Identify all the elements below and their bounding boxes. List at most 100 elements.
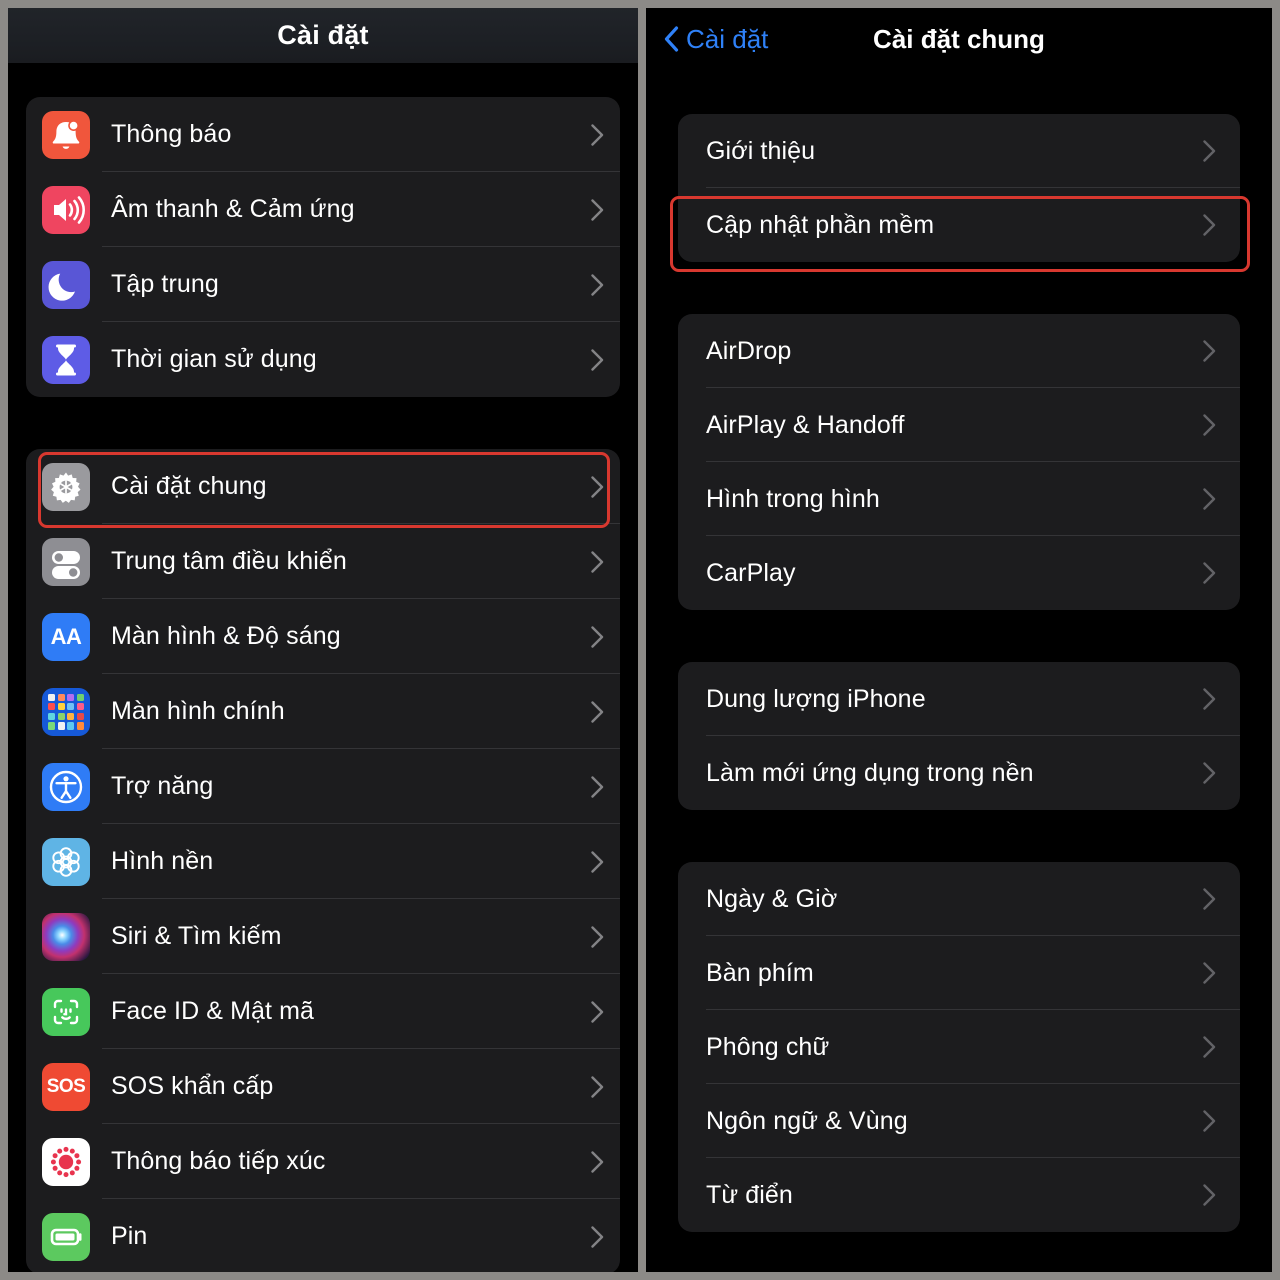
page-title: Cài đặt bbox=[277, 20, 369, 50]
list-item-label: Pin bbox=[111, 1222, 148, 1250]
chevron-right-icon bbox=[1203, 214, 1216, 236]
chevron-right-icon bbox=[591, 700, 604, 723]
bell-icon bbox=[42, 110, 90, 159]
chevron-right-icon bbox=[1203, 140, 1216, 162]
chevron-right-icon bbox=[1203, 888, 1216, 910]
list-item[interactable]: Bàn phím bbox=[678, 936, 1240, 1010]
list-item[interactable]: CarPlay bbox=[678, 536, 1240, 610]
list-item[interactable]: AA Màn hình & Độ sáng bbox=[26, 599, 620, 674]
chevron-right-icon bbox=[591, 348, 604, 371]
general-settings-panel: Cài đặt Cài đặt chung Giới thiệu Cập nhậ… bbox=[646, 8, 1272, 1272]
list-item-label: Hình trong hình bbox=[706, 484, 880, 513]
list-item[interactable]: Dung lượng iPhone bbox=[678, 662, 1240, 736]
list-item-label: Face ID & Mật mã bbox=[111, 997, 315, 1025]
list-item-label: Phông chữ bbox=[706, 1032, 830, 1061]
chevron-right-icon bbox=[591, 850, 604, 873]
list-item-label: Giới thiệu bbox=[706, 136, 816, 165]
list-item-label: Thông báo bbox=[111, 120, 232, 148]
list-item[interactable]: Tập trung bbox=[26, 247, 620, 322]
list-item-label: Bàn phím bbox=[706, 958, 814, 987]
list-item-label: Ngày & Giờ bbox=[706, 884, 838, 913]
list-item[interactable]: Từ điển bbox=[678, 1158, 1240, 1232]
list-item[interactable]: Hình nền bbox=[26, 824, 620, 899]
list-item-label: Làm mới ứng dụng trong nền bbox=[706, 758, 1034, 787]
list-item[interactable]: Âm thanh & Cảm ứng bbox=[26, 172, 620, 247]
chevron-right-icon bbox=[591, 273, 604, 296]
list-item-label: Âm thanh & Cảm ứng bbox=[111, 195, 355, 223]
settings-group-general: Cài đặt chung Trung tâm điều khiển AA Mà… bbox=[26, 449, 620, 1272]
chevron-right-icon bbox=[1203, 762, 1216, 784]
list-item[interactable]: Thông báo bbox=[26, 97, 620, 172]
list-item-label: Tập trung bbox=[111, 270, 219, 298]
app-grid-icon bbox=[42, 687, 90, 736]
list-item[interactable]: AirDrop bbox=[678, 314, 1240, 388]
list-item[interactable]: Siri & Tìm kiếm bbox=[26, 899, 620, 974]
list-item[interactable]: Thông báo tiếp xúc bbox=[26, 1124, 620, 1199]
list-item-label: AirPlay & Handoff bbox=[706, 410, 905, 439]
list-item-label: Ngôn ngữ & Vùng bbox=[706, 1106, 908, 1135]
list-item-label: Trợ năng bbox=[111, 772, 214, 800]
moon-icon bbox=[42, 260, 90, 309]
list-item[interactable]: AirPlay & Handoff bbox=[678, 388, 1240, 462]
list-item-label: Thông báo tiếp xúc bbox=[111, 1147, 326, 1175]
aa-icon: AA bbox=[42, 612, 90, 661]
list-item[interactable]: Thời gian sử dụng bbox=[26, 322, 620, 397]
back-button-label: Cài đặt bbox=[686, 23, 769, 54]
left-settings-list: Thông báo Âm thanh & Cảm ứng Tập trung T… bbox=[8, 63, 638, 1272]
right-settings-list: Giới thiệu Cập nhật phần mềm AirDrop Air… bbox=[646, 70, 1272, 1232]
list-item[interactable]: Làm mới ứng dụng trong nền bbox=[678, 736, 1240, 810]
list-item[interactable]: Phông chữ bbox=[678, 1010, 1240, 1084]
list-item-label: Màn hình chính bbox=[111, 697, 285, 725]
chevron-right-icon bbox=[1203, 1110, 1216, 1132]
list-item-label: Hình nền bbox=[111, 847, 214, 875]
wallpaper-icon bbox=[42, 837, 90, 886]
battery-icon bbox=[42, 1212, 90, 1261]
list-item[interactable]: Giới thiệu bbox=[678, 114, 1240, 188]
list-item[interactable]: Màn hình chính bbox=[26, 674, 620, 749]
settings-group-notifications: Thông báo Âm thanh & Cảm ứng Tập trung T… bbox=[26, 97, 620, 397]
chevron-right-icon bbox=[591, 925, 604, 948]
right-navbar: Cài đặt Cài đặt chung bbox=[646, 8, 1272, 70]
list-item-label: Cài đặt chung bbox=[111, 472, 267, 500]
chevron-right-icon bbox=[591, 1225, 604, 1248]
exposure-notification-icon bbox=[42, 1137, 90, 1186]
list-item-label: Cập nhật phần mềm bbox=[706, 210, 935, 239]
list-item[interactable]: Trung tâm điều khiển bbox=[26, 524, 620, 599]
aa-glyph: AA bbox=[50, 623, 82, 649]
list-item[interactable]: Ngày & Giờ bbox=[678, 862, 1240, 936]
list-item-software-update[interactable]: Cập nhật phần mềm bbox=[678, 188, 1240, 262]
list-item[interactable]: SOS SOS khẩn cấp bbox=[26, 1049, 620, 1124]
siri-icon bbox=[42, 912, 90, 961]
chevron-right-icon bbox=[591, 1075, 604, 1098]
list-item-label: Dung lượng iPhone bbox=[706, 684, 926, 713]
chevron-right-icon bbox=[1203, 562, 1216, 584]
list-item[interactable]: Pin bbox=[26, 1199, 620, 1272]
settings-group-localization: Ngày & Giờ Bàn phím Phông chữ Ngôn ngữ &… bbox=[678, 862, 1240, 1232]
gear-icon bbox=[42, 462, 90, 511]
chevron-left-icon bbox=[664, 26, 679, 52]
list-item-general[interactable]: Cài đặt chung bbox=[26, 449, 620, 524]
list-item[interactable]: Trợ năng bbox=[26, 749, 620, 824]
list-item[interactable]: Hình trong hình bbox=[678, 462, 1240, 536]
sos-glyph: SOS bbox=[46, 1075, 86, 1097]
screenshot-stage: Cài đặt Thông báo Âm thanh & Cảm ứng Tập… bbox=[0, 0, 1280, 1280]
app-grid-dots bbox=[46, 692, 86, 732]
chevron-right-icon bbox=[1203, 340, 1216, 362]
back-button[interactable]: Cài đặt bbox=[664, 24, 768, 55]
chevron-right-icon bbox=[1203, 1036, 1216, 1058]
list-item[interactable]: Ngôn ngữ & Vùng bbox=[678, 1084, 1240, 1158]
face-id-icon bbox=[42, 987, 90, 1036]
sos-icon: SOS bbox=[42, 1062, 90, 1111]
list-item-label: Trung tâm điều khiển bbox=[111, 547, 347, 575]
list-item-label: CarPlay bbox=[706, 558, 796, 587]
chevron-right-icon bbox=[1203, 1184, 1216, 1206]
accessibility-icon bbox=[42, 762, 90, 811]
list-item-label: Từ điển bbox=[706, 1180, 793, 1209]
hourglass-icon bbox=[42, 335, 90, 384]
list-item[interactable]: Face ID & Mật mã bbox=[26, 974, 620, 1049]
chevron-right-icon bbox=[591, 123, 604, 146]
chevron-right-icon bbox=[1203, 488, 1216, 510]
chevron-right-icon bbox=[1203, 414, 1216, 436]
speaker-icon bbox=[42, 185, 90, 234]
settings-group-connectivity: AirDrop AirPlay & Handoff Hình trong hìn… bbox=[678, 314, 1240, 610]
